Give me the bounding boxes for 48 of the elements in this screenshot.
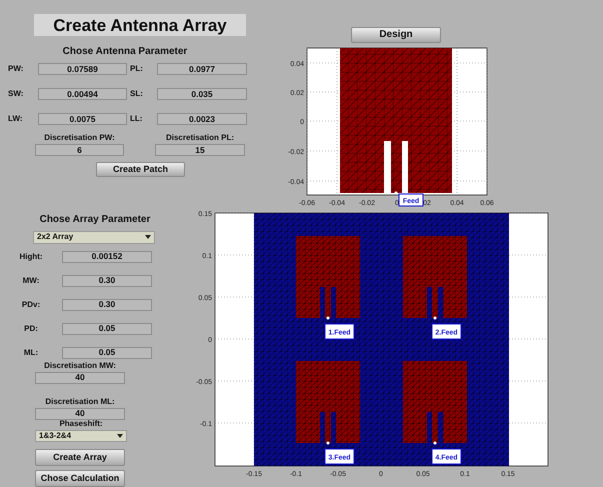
field-value: 0.035: [157, 88, 247, 100]
field-label: Hight:: [18, 252, 44, 260]
field-value: 0.07589: [38, 63, 127, 75]
field-value: 0.0075: [38, 113, 127, 125]
field-label: LL:: [130, 115, 144, 123]
field-value: 0.05: [62, 322, 152, 334]
field-label: Discretisation ML:: [44, 398, 116, 406]
field-label: PW:: [8, 65, 24, 73]
field-value: 0.30: [62, 274, 152, 286]
field-value: 0.30: [62, 298, 152, 310]
field-label: Phaseshift:: [58, 420, 104, 428]
field-label: PD:: [23, 324, 39, 332]
field-label: LW:: [8, 115, 24, 123]
field-label: SL:: [130, 90, 144, 98]
create-patch-button[interactable]: Create Patch: [96, 162, 185, 177]
feed-point-icon: [434, 442, 436, 444]
caret-icon: [117, 434, 123, 438]
field-label: PDv:: [20, 300, 42, 308]
feed-point-icon: [326, 442, 330, 444]
action-button[interactable]: Chose Calculation: [35, 470, 125, 487]
design-button[interactable]: Design: [351, 27, 441, 43]
field-label: Discretisation MW:: [43, 362, 117, 370]
section-heading: Chose Array Parameter: [38, 213, 152, 227]
field-value: 0.0023: [157, 113, 247, 125]
dropdown-value: 1&3-2&4: [39, 432, 72, 440]
field-value: 0.00152: [62, 250, 152, 262]
field-value: 0.0977: [157, 63, 247, 75]
field-value: 15: [155, 144, 245, 156]
field-label: Discretisation PW:: [43, 134, 116, 142]
section-heading: Chose Antenna Parameter: [62, 45, 188, 59]
field-label: PL:: [130, 65, 144, 73]
feed-point-icon: [326, 316, 330, 320]
field-label: Discretisation PL:: [164, 134, 235, 142]
field-value: 40: [35, 408, 125, 420]
field-value: 0.00494: [38, 88, 127, 100]
feed-point-icon: [434, 316, 436, 320]
caret-icon: [145, 235, 151, 240]
field-label: ML:: [22, 348, 40, 356]
field-value: 40: [35, 372, 125, 384]
field-value: 6: [35, 144, 124, 156]
window-title: Create Antenna Array: [34, 14, 246, 36]
dropdown-value: 2x2 Array: [37, 233, 74, 242]
field-label: MW:: [22, 276, 40, 284]
array-type-dropdown[interactable]: 2x2 Array: [33, 231, 155, 244]
field-label: SW:: [8, 90, 24, 98]
phaseshift-dropdown[interactable]: 1&3-2&4: [35, 430, 127, 442]
field-value: 0.05: [62, 346, 152, 358]
action-button[interactable]: Create Array: [35, 449, 125, 466]
